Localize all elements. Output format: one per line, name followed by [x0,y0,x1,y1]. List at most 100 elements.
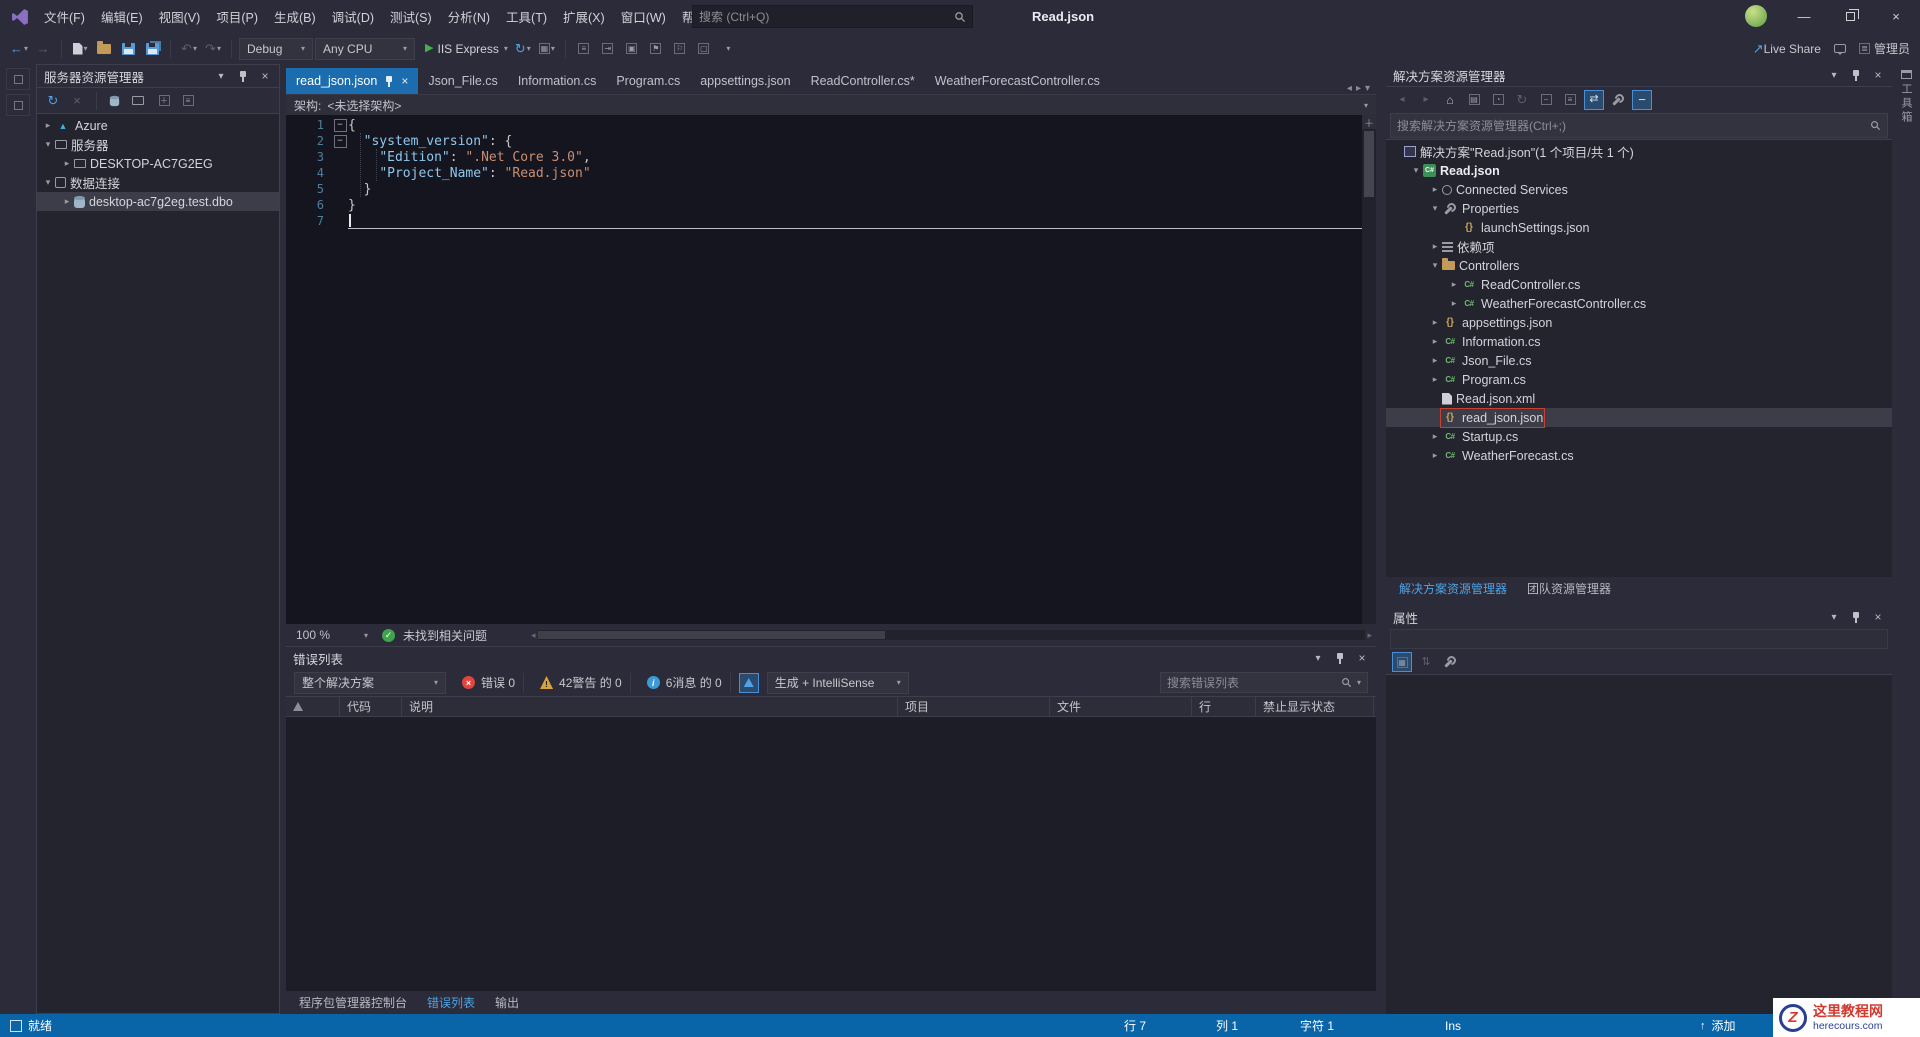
editor-tab[interactable]: Program.cs [606,68,690,94]
menu-item[interactable]: 调试(D) [324,0,382,33]
expander-icon[interactable]: ▸ [41,120,55,131]
expander-icon[interactable]: ▸ [1428,450,1442,461]
tree-item[interactable]: ▸Connected Services [1386,180,1892,199]
expander-icon[interactable]: ▸ [1447,279,1461,290]
tree-item[interactable]: launchSettings.json [1386,218,1892,237]
menu-item[interactable]: 扩展(X) [555,0,613,33]
split-editor-handle[interactable]: ＋ [1362,115,1376,129]
editor-tab[interactable]: read_json.json× [286,68,418,94]
code-line[interactable]: 2 "system_version": { [286,133,1362,149]
tree-item[interactable]: ▸Json_File.cs [1386,351,1892,370]
expander-icon[interactable]: ▸ [1428,374,1442,385]
close-button[interactable]: × [1355,651,1369,665]
tree-item[interactable]: ▸Startup.cs [1386,427,1892,446]
pin-button[interactable] [1849,68,1863,82]
panel-tab[interactable]: 错误列表 [418,991,484,1014]
nav-back-button[interactable]: ◂ [1392,90,1412,110]
menu-item[interactable]: 编辑(E) [93,0,151,33]
code-line[interactable]: 5 } [286,181,1362,197]
nav-forward-button[interactable]: ▸ [1416,90,1436,110]
expander-icon[interactable]: ▾ [1409,165,1423,176]
panel-header[interactable]: 服务器资源管理器 ▾ × [37,65,279,87]
expander-icon[interactable]: ▸ [1428,336,1442,347]
vertical-scrollbar[interactable] [1362,115,1376,624]
close-button[interactable]: × [1871,68,1885,82]
menu-item[interactable]: 测试(S) [382,0,440,33]
toolbar-button[interactable]: ⚐ [669,37,691,61]
editor-tab[interactable]: ReadController.cs* [801,68,925,94]
column-header[interactable]: 行 [1192,697,1256,716]
connect-to-server-button[interactable] [130,91,150,111]
background-tasks-icon[interactable] [10,1020,22,1032]
tree-item[interactable]: ▸Information.cs [1386,332,1892,351]
char-indicator[interactable]: 字符 1 [1300,1014,1334,1037]
zoom-select[interactable]: 100 %▾ [290,626,374,644]
pending-changes-button[interactable]: ◔ [1488,90,1508,110]
menu-item[interactable]: 分析(N) [440,0,498,33]
tree-item[interactable]: ▾Properties [1386,199,1892,218]
severity-column-header[interactable] [286,697,340,716]
toolbar-button[interactable]: ⚑ [645,37,667,61]
collapsed-tool-window-tab[interactable] [6,68,30,90]
properties-grid[interactable] [1386,675,1892,1014]
menu-item[interactable]: 工具(T) [498,0,555,33]
error-scope-select[interactable]: 整个解决方案▾ [294,672,446,694]
properties-button[interactable] [1608,90,1628,110]
panel-tab[interactable]: 团队资源管理器 [1518,577,1620,600]
column-header[interactable]: 项目 [898,697,1050,716]
fold-marker-icon[interactable] [332,119,348,132]
start-debugging-button[interactable]: ▶IIS Express▾ [423,37,510,61]
sync-with-active-document-button[interactable]: ⇄ [1584,90,1604,110]
toolbar-button[interactable]: ＋ [154,91,174,111]
window-position-icon[interactable]: ▾ [1827,610,1841,624]
preview-selected-items-button[interactable]: − [1632,90,1652,110]
line-indicator[interactable]: 行 7 [1124,1014,1146,1037]
column-header[interactable]: 说明 [402,697,898,716]
pin-button[interactable] [1849,610,1863,624]
menu-item[interactable]: 文件(F) [36,0,93,33]
scroll-right-icon[interactable]: ▸ [1367,630,1372,641]
build-intellisense-select[interactable]: 生成 + IntelliSense▾ [767,672,909,694]
tree-item[interactable]: Read.json.xml [1386,389,1892,408]
save-all-button[interactable] [141,37,163,61]
insert-mode-indicator[interactable]: Ins [1445,1014,1461,1037]
toolbar-button[interactable]: ≡ [178,91,198,111]
tree-item[interactable]: ▸ReadController.cs [1386,275,1892,294]
editor-tab[interactable]: Information.cs [508,68,607,94]
new-project-button[interactable]: ▾ [69,37,91,61]
code-line[interactable]: 1{ [286,117,1362,133]
column-header[interactable]: 文件 [1050,697,1192,716]
panel-tab[interactable]: 输出 [486,991,528,1014]
editor-tab[interactable]: appsettings.json [690,68,800,94]
window-position-icon[interactable]: ▾ [1311,651,1325,665]
alphabetical-button[interactable]: ⇅ [1416,652,1436,672]
fold-marker-icon[interactable] [332,135,348,148]
tree-item[interactable]: ▸appsettings.json [1386,313,1892,332]
panel-tab[interactable]: 解决方案资源管理器 [1390,577,1516,600]
pin-icon[interactable] [384,75,394,88]
categorized-button[interactable]: ▦ [1392,652,1412,672]
expander-icon[interactable]: ▾ [1428,260,1442,271]
column-header[interactable]: 代码 [340,697,402,716]
live-share-button[interactable]: ↗Live Share [1751,37,1823,61]
toolbar-button[interactable]: ≡ [573,37,595,61]
menu-item[interactable]: 窗口(W) [613,0,674,33]
switch-views-button[interactable]: ▤ [1464,90,1484,110]
expander-icon[interactable]: ▸ [1428,431,1442,442]
solution-explorer-search[interactable] [1390,113,1888,138]
expander-icon[interactable]: ▾ [1428,203,1442,214]
refresh-button[interactable]: ↻▾ [512,37,534,61]
scrollbar-thumb[interactable] [1364,131,1374,197]
tree-item[interactable]: 解决方案"Read.json"(1 个项目/共 1 个) [1386,142,1892,161]
redo-button[interactable]: ↷▾ [202,37,224,61]
add-to-source-control-button[interactable]: ↑添加 [1700,1014,1736,1037]
pin-button[interactable] [1333,651,1347,665]
tree-item[interactable]: ▸WeatherForecast.cs [1386,446,1892,465]
collapsed-toolbox-tab[interactable]: 工具箱 [1898,70,1914,125]
code-editor[interactable]: 1{2 "system_version": {3 "Edition": ".Ne… [286,115,1376,624]
code-line[interactable]: 4 "Project_Name": "Read.json" [286,165,1362,181]
save-button[interactable] [117,37,139,61]
code-line[interactable]: 7 [286,213,1362,229]
scroll-left-icon[interactable]: ◂ [531,630,536,641]
toolbar-overflow-button[interactable]: ▾ [717,37,739,61]
